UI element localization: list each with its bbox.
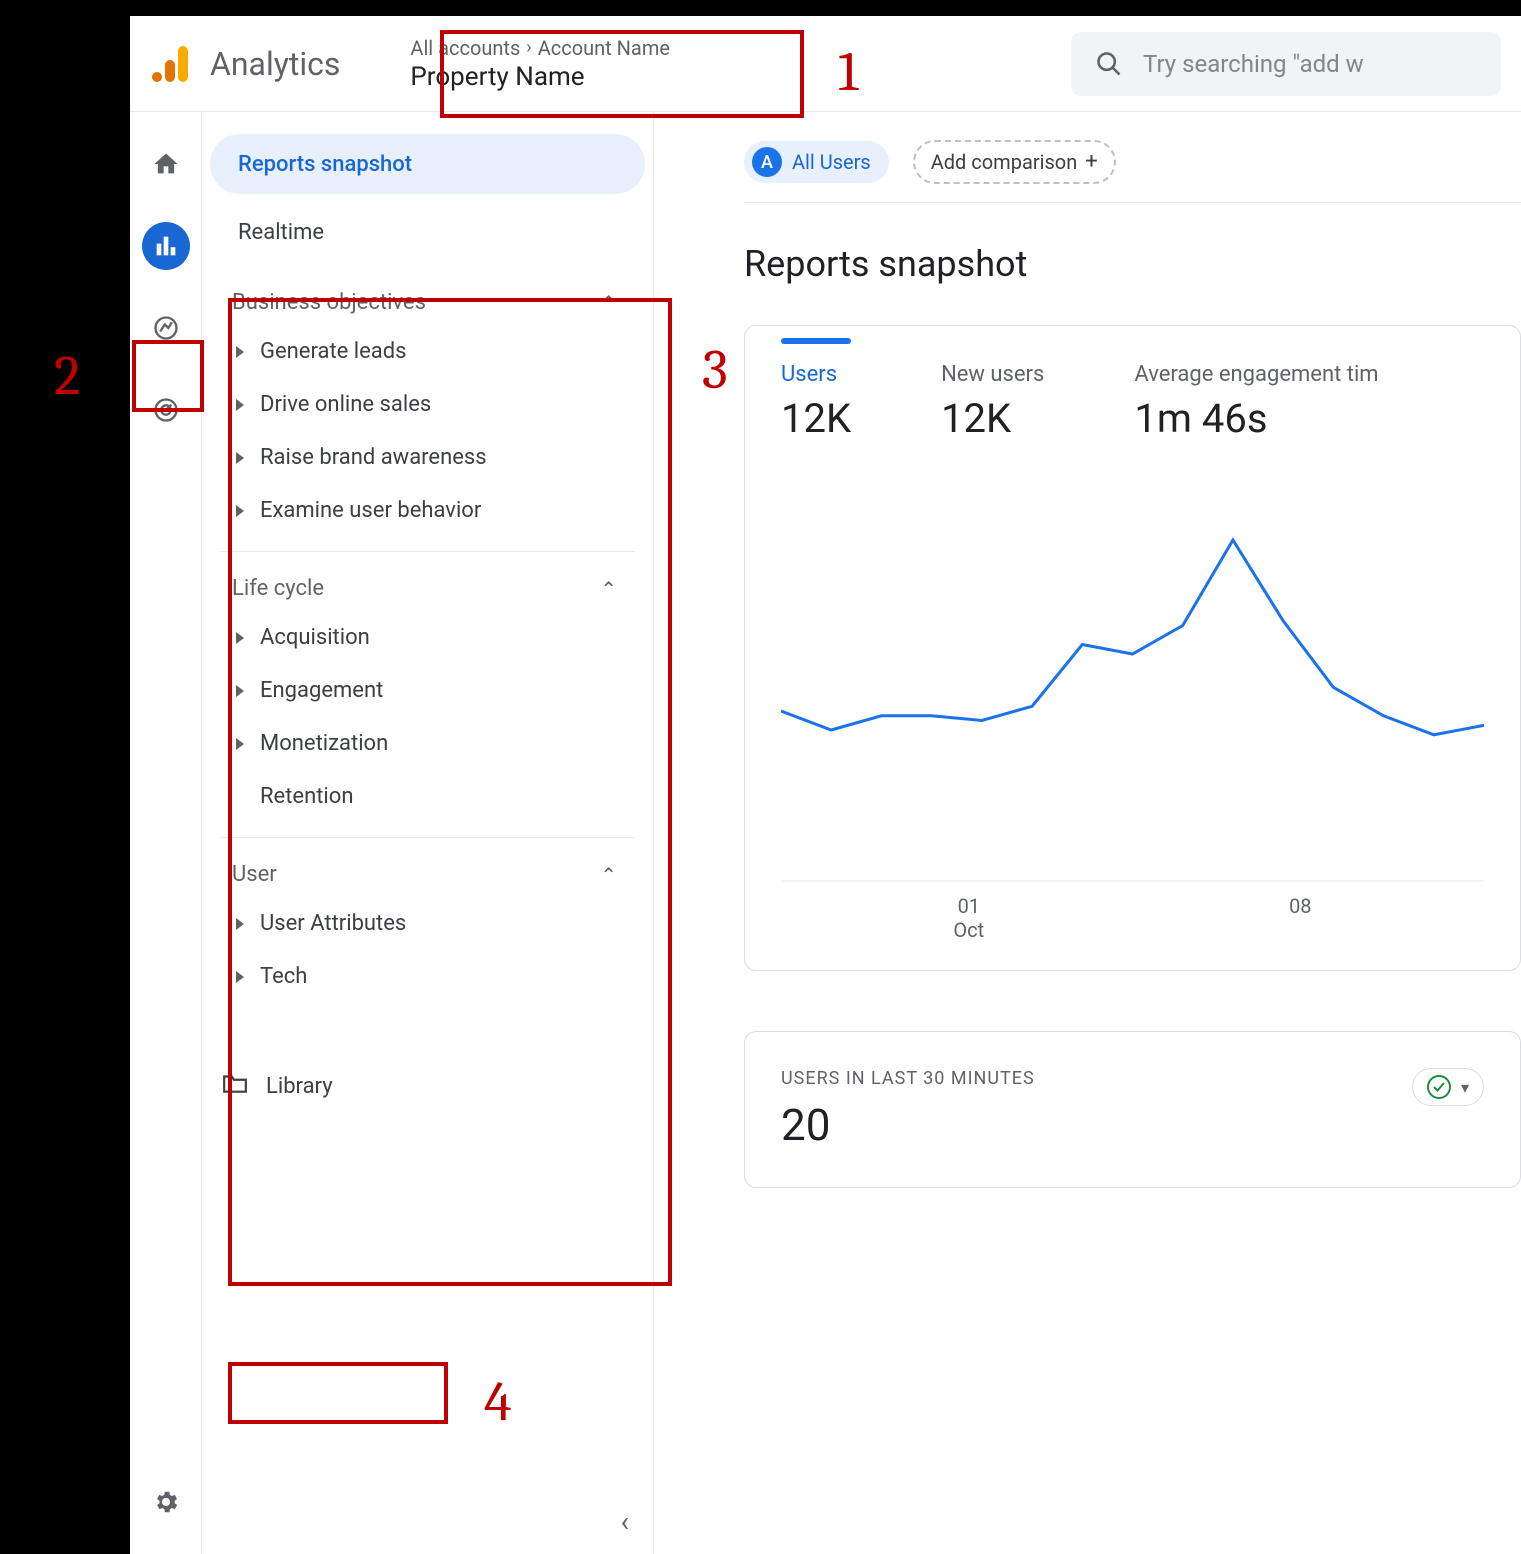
section-header-business-objectives[interactable]: Business objectives ⌃ xyxy=(220,280,635,325)
caret-right-icon xyxy=(236,738,244,750)
chevron-down-icon: ▾ xyxy=(1461,1078,1469,1097)
rail-explore[interactable] xyxy=(142,304,190,352)
chevron-up-icon: ⌃ xyxy=(600,863,617,887)
chevron-up-icon: ⌃ xyxy=(600,291,617,315)
caret-right-icon xyxy=(236,399,244,411)
breadcrumb: All accounts › Account Name xyxy=(410,36,670,60)
line-chart xyxy=(781,502,1484,882)
sidebar-section-user: User ⌃ User Attributes Tech xyxy=(220,837,635,1017)
sidebar-item-engagement[interactable]: Engagement xyxy=(220,664,635,717)
sidebar-item-monetization[interactable]: Monetization xyxy=(220,717,635,770)
caret-right-icon xyxy=(236,971,244,983)
caret-right-icon xyxy=(236,632,244,644)
caret-right-icon xyxy=(236,505,244,517)
add-comparison-button[interactable]: Add comparison + xyxy=(913,140,1116,184)
annotation-number-2: 2 xyxy=(54,344,80,408)
realtime-card-value: 20 xyxy=(781,1099,1035,1151)
segment-chip-all-users[interactable]: A All Users xyxy=(744,141,889,183)
section-title: Business objectives xyxy=(232,290,426,315)
folder-icon xyxy=(222,1071,248,1101)
product-name: Analytics xyxy=(210,45,340,83)
rail-reports[interactable] xyxy=(142,222,190,270)
account-property-picker[interactable]: All accounts › Account Name Property Nam… xyxy=(398,28,682,100)
sidebar-item-acquisition[interactable]: Acquisition xyxy=(220,611,635,664)
rail-advertising[interactable] xyxy=(142,386,190,434)
caret-right-icon xyxy=(236,685,244,697)
sidebar-item-examine-user-behavior[interactable]: Examine user behavior xyxy=(220,484,635,537)
analytics-logo-icon xyxy=(150,42,194,86)
filter-bar: A All Users Add comparison + xyxy=(744,140,1521,203)
metric-users[interactable]: Users 12K xyxy=(781,362,851,442)
sidebar-section-business-objectives: Business objectives ⌃ Generate leads Dri… xyxy=(220,266,635,551)
collapse-sidebar-button[interactable]: ‹ xyxy=(621,1505,629,1538)
segment-badge: A xyxy=(752,147,782,177)
realtime-card-title: USERS IN LAST 30 MINUTES xyxy=(781,1068,1035,1089)
check-circle-icon xyxy=(1427,1075,1451,1099)
sidebar-item-tech[interactable]: Tech xyxy=(220,950,635,1003)
caret-right-icon xyxy=(236,452,244,464)
sidebar-item-retention[interactable]: Retention xyxy=(220,770,635,823)
body: Reports snapshot Realtime Business objec… xyxy=(130,112,1521,1554)
sidebar-item-drive-online-sales[interactable]: Drive online sales xyxy=(220,378,635,431)
breadcrumb-all-accounts: All accounts xyxy=(410,36,520,60)
search-input[interactable]: Try searching "add w xyxy=(1071,32,1501,96)
section-title: Life cycle xyxy=(232,576,324,601)
metric-avg-engagement[interactable]: Average engagement tim 1m 46s xyxy=(1134,362,1378,442)
breadcrumb-account-name: Account Name xyxy=(538,36,670,60)
main-content: A All Users Add comparison + Reports sna… xyxy=(654,112,1521,1554)
chevron-right-icon: › xyxy=(526,37,531,58)
x-tick: 08 xyxy=(1289,894,1311,942)
section-header-life-cycle[interactable]: Life cycle ⌃ xyxy=(220,566,635,611)
sidebar-item-realtime[interactable]: Realtime xyxy=(210,202,645,262)
rail-home[interactable] xyxy=(142,140,190,188)
search-placeholder: Try searching "add w xyxy=(1143,50,1364,78)
rail-admin[interactable] xyxy=(142,1478,190,1526)
realtime-card: USERS IN LAST 30 MINUTES 20 ▾ xyxy=(744,1031,1521,1188)
segment-label: All Users xyxy=(792,150,871,174)
caret-right-icon xyxy=(236,918,244,930)
sidebar-section-life-cycle: Life cycle ⌃ Acquisition Engagement Mone… xyxy=(220,551,635,837)
plus-icon: + xyxy=(1085,151,1097,173)
app-header: Analytics All accounts › Account Name Pr… xyxy=(130,16,1521,112)
sidebar-item-reports-snapshot[interactable]: Reports snapshot xyxy=(210,134,645,194)
property-name: Property Name xyxy=(410,62,670,92)
section-title: User xyxy=(232,862,277,887)
sidebar-item-raise-brand-awareness[interactable]: Raise brand awareness xyxy=(220,431,635,484)
logo[interactable]: Analytics xyxy=(150,42,340,86)
x-tick: 01 Oct xyxy=(953,894,984,942)
sidebar-item-library[interactable]: Library xyxy=(202,1057,653,1115)
nav-rail xyxy=(130,112,202,1554)
app-root: Analytics All accounts › Account Name Pr… xyxy=(130,16,1521,1554)
metric-new-users[interactable]: New users 12K xyxy=(941,362,1044,442)
page-title: Reports snapshot xyxy=(744,243,1521,285)
search-icon xyxy=(1095,50,1123,78)
chevron-up-icon: ⌃ xyxy=(600,577,617,601)
sidebar-item-user-attributes[interactable]: User Attributes xyxy=(220,897,635,950)
sidebar: Reports snapshot Realtime Business objec… xyxy=(202,112,654,1554)
x-axis-ticks: 01 Oct 08 xyxy=(781,882,1484,942)
metrics-card: Users 12K New users 12K Average engageme… xyxy=(744,325,1521,971)
section-header-user[interactable]: User ⌃ xyxy=(220,852,635,897)
caret-right-icon xyxy=(236,346,244,358)
sidebar-item-generate-leads[interactable]: Generate leads xyxy=(220,325,635,378)
status-dropdown[interactable]: ▾ xyxy=(1412,1068,1484,1106)
metrics-row: Users 12K New users 12K Average engageme… xyxy=(781,362,1484,442)
